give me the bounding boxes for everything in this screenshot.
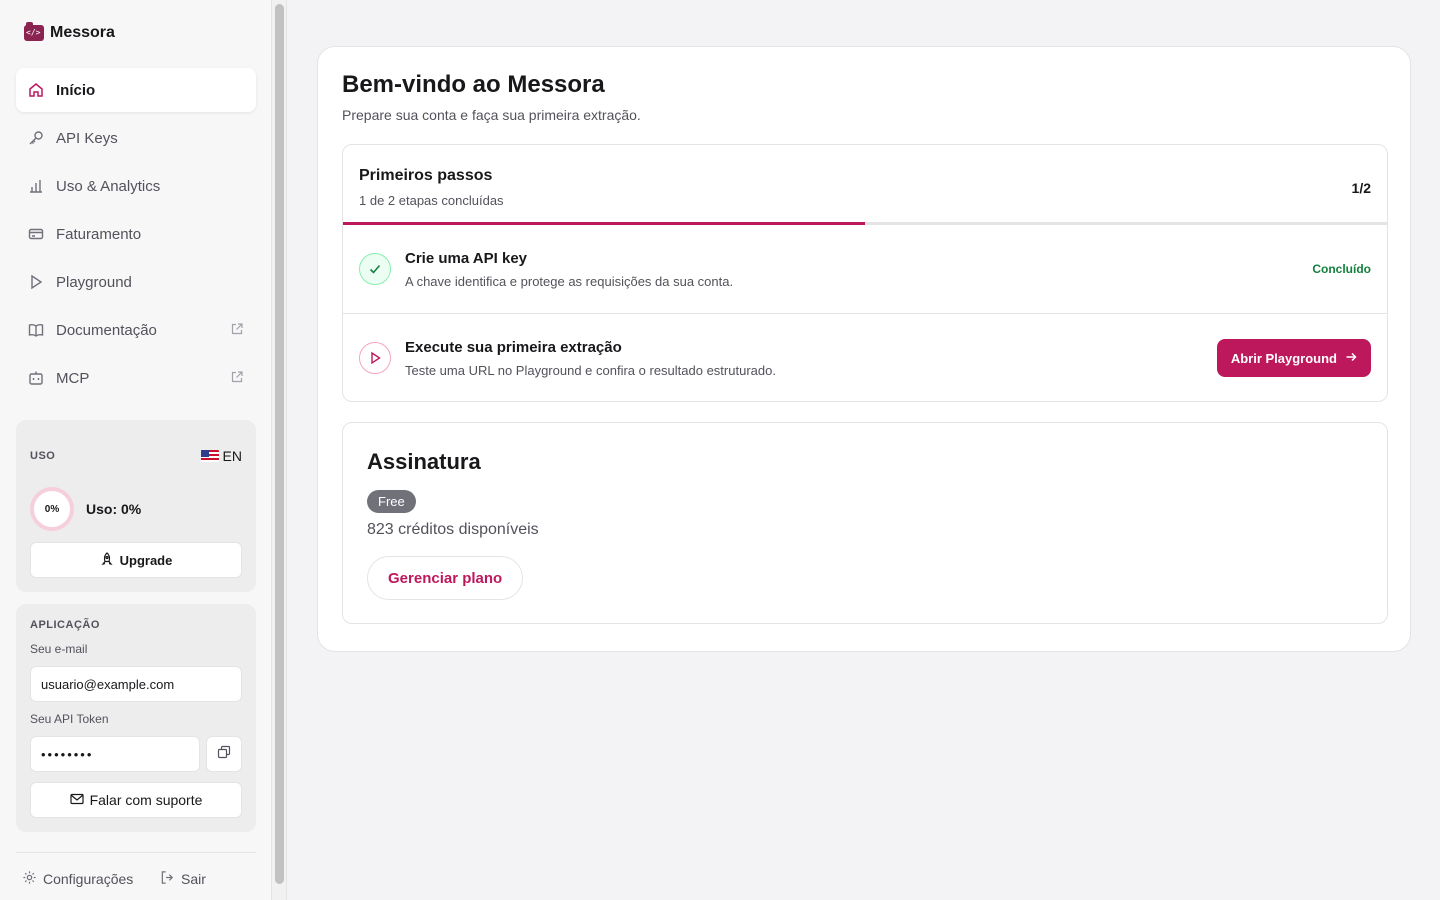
sidebar-item-label: Uso & Analytics [56, 177, 161, 195]
external-link-icon [230, 370, 244, 384]
plan-badge: Free [367, 490, 416, 513]
page-title: Bem-vindo ao Messora [342, 71, 605, 98]
home-icon [28, 82, 44, 98]
application-label: APLICAÇÃO [30, 619, 100, 631]
usage-label: USO [30, 450, 56, 462]
manage-plan-button[interactable]: Gerenciar plano [367, 556, 524, 600]
steps-subtitle: 1 de 2 etapas concluídas [359, 193, 504, 208]
bot-icon [28, 370, 44, 386]
sidebar-item-label: Faturamento [56, 225, 142, 243]
email-field[interactable]: usuario@example.com [30, 666, 242, 702]
api-token-field[interactable]: •••••••• [30, 736, 200, 772]
arrow-right-icon [1345, 351, 1357, 366]
key-icon [28, 130, 44, 146]
external-link-icon [230, 322, 244, 336]
sidebar-item-label: MCP [56, 369, 90, 387]
application-card: APLICAÇÃO Seu e-mail usuario@example.com… [16, 604, 256, 832]
credits-text: 823 créditos disponíveis [367, 521, 539, 538]
welcome-card: Bem-vindo ao Messora Prepare sua conta e… [317, 46, 1411, 652]
footer-divider [16, 852, 256, 853]
step-title: Crie uma API key [405, 250, 527, 267]
mail-icon [69, 792, 84, 809]
language-label: EN [222, 448, 242, 464]
logout-link[interactable]: Sair [160, 870, 206, 888]
step-create-api-key: Crie uma API key A chave identifica e pr… [343, 225, 1387, 313]
sidebar-item-label: Início [56, 81, 96, 99]
play-icon [28, 274, 44, 290]
step-status-badge: Concluído [1312, 262, 1371, 276]
sidebar-item-playground[interactable]: Playground [16, 260, 256, 304]
sidebar-item-api-keys[interactable]: API Keys [16, 116, 256, 160]
sidebar-scrollbar[interactable] [272, 0, 287, 900]
sidebar-nav: Início API Keys Uso & Analytics Faturame… [16, 68, 256, 404]
subscription-title: Assinatura [367, 449, 481, 474]
usage-text: Uso: 0% [86, 501, 142, 517]
gear-icon [22, 870, 37, 888]
logo-icon: </> [24, 22, 44, 41]
book-icon [28, 322, 44, 338]
steps-count: 1/2 [1351, 180, 1371, 196]
step-title: Execute sua primeira extração [405, 339, 622, 356]
subscription-card: Assinatura Free 823 créditos disponíveis… [342, 422, 1388, 624]
language-switcher[interactable]: EN [200, 448, 242, 464]
sidebar-item-inicio[interactable]: Início [16, 68, 256, 112]
support-button[interactable]: Falar com suporte [30, 782, 242, 818]
upgrade-button[interactable]: Upgrade [30, 542, 242, 578]
scrollbar-thumb[interactable] [275, 4, 284, 884]
onboarding-steps: Primeiros passos 1 de 2 etapas concluída… [342, 144, 1388, 402]
copy-token-button[interactable] [206, 736, 242, 772]
sidebar-item-mcp[interactable]: MCP [16, 356, 256, 400]
us-flag-icon [200, 450, 219, 462]
sidebar-item-uso-analytics[interactable]: Uso & Analytics [16, 164, 256, 208]
step-first-extraction: Execute sua primeira extração Teste uma … [343, 313, 1387, 401]
page-subtitle: Prepare sua conta e faça sua primeira ex… [342, 107, 641, 123]
play-icon [359, 342, 391, 374]
settings-link[interactable]: Configurações [22, 870, 133, 888]
token-label: Seu API Token [30, 712, 109, 726]
sidebar-item-label: Playground [56, 273, 132, 291]
sidebar-item-label: API Keys [56, 129, 118, 147]
check-icon [359, 253, 391, 285]
sidebar-item-label: Documentação [56, 321, 157, 339]
steps-title: Primeiros passos [359, 167, 493, 184]
sidebar-item-documentacao[interactable]: Documentação [16, 308, 256, 352]
usage-card: USO EN 0% Uso: 0% Upgrade [16, 420, 256, 592]
logo[interactable]: </> Messora [24, 22, 115, 42]
open-playground-button[interactable]: Abrir Playground [1216, 339, 1371, 377]
email-label: Seu e-mail [30, 642, 88, 656]
usage-ring: 0% [30, 487, 74, 531]
app-name: Messora [50, 24, 115, 41]
logout-icon [160, 870, 175, 888]
credit-card-icon [28, 226, 44, 242]
sidebar: </> Messora Início API Keys Uso & Analyt… [0, 0, 272, 900]
rocket-icon [100, 551, 114, 569]
bar-chart-icon [28, 178, 44, 194]
sidebar-item-faturamento[interactable]: Faturamento [16, 212, 256, 256]
copy-icon [217, 745, 231, 764]
step-description: Teste uma URL no Playground e confira o … [405, 363, 776, 378]
step-description: A chave identifica e protege as requisiç… [405, 274, 734, 289]
usage-percent: 0% [44, 503, 60, 515]
